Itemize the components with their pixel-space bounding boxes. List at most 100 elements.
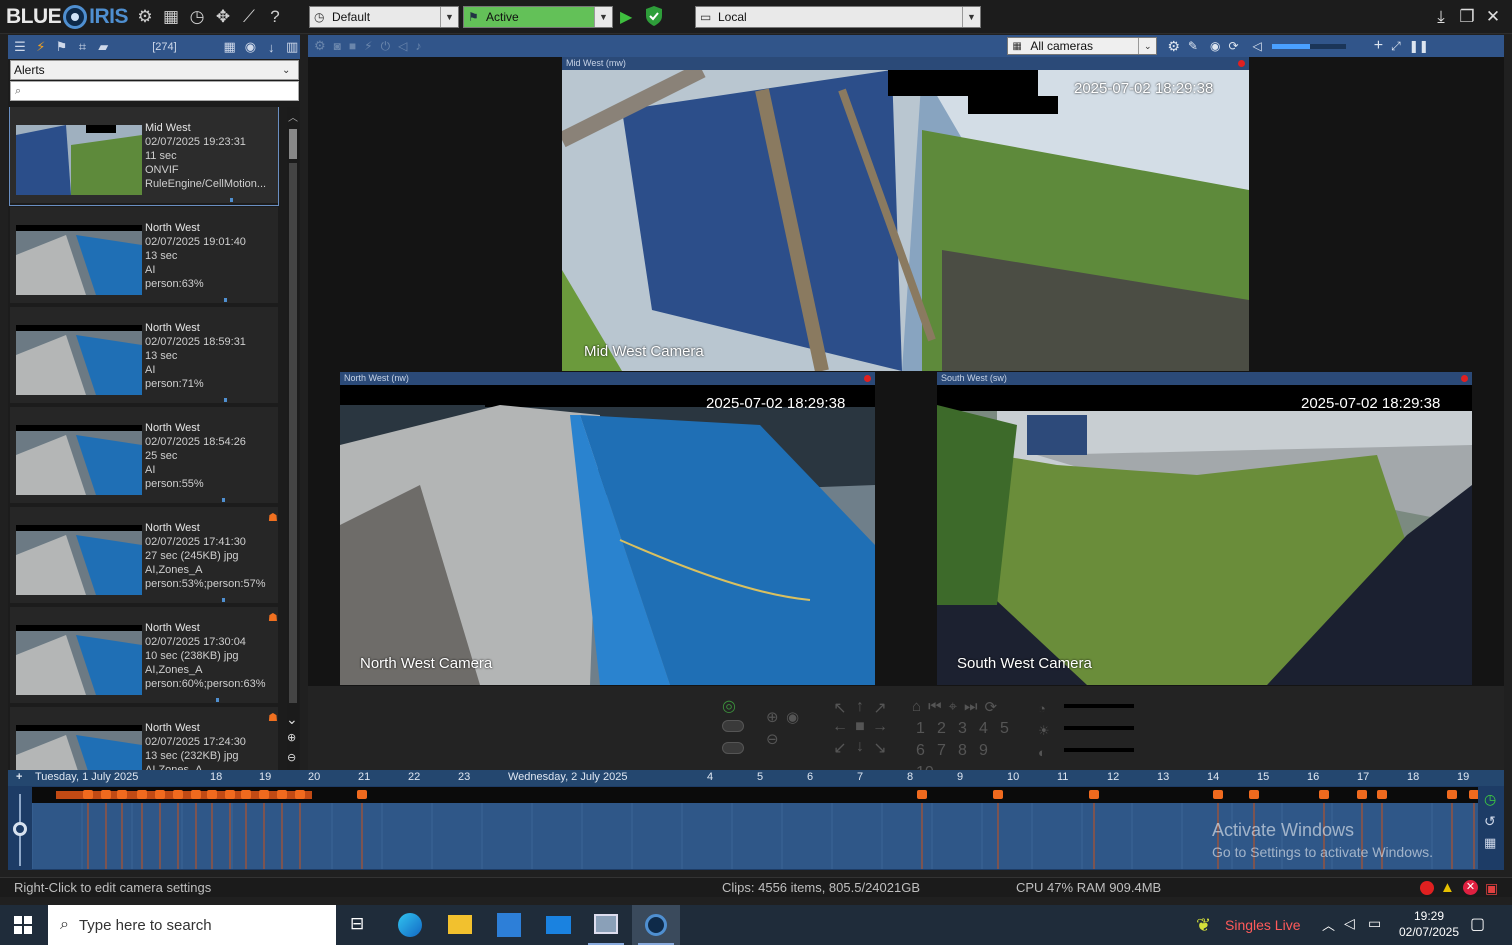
contrast-slider[interactable] xyxy=(1064,748,1134,752)
chevron-up-icon[interactable]: ︿ xyxy=(1322,915,1335,934)
skip-back-icon[interactable]: ⏮ xyxy=(928,698,942,716)
clip-list-item[interactable]: North West 02/07/2025 19:01:40 13 sec AI per… xyxy=(10,207,278,305)
notifications-icon[interactable]: ▢ xyxy=(1470,914,1485,934)
power-icon[interactable]: ⏻ xyxy=(381,39,391,54)
contrast-icon[interactable]: ◐ xyxy=(1038,742,1050,764)
clip-filter-select[interactable]: Alerts ⌄ xyxy=(10,60,299,80)
fullscreen-icon[interactable]: ⤢ xyxy=(1391,39,1401,54)
edit-icon[interactable]: ✎ xyxy=(1188,39,1198,53)
schedule-clock-icon[interactable]: ◷ xyxy=(184,0,210,34)
lock-icon[interactable]: ▣ xyxy=(1485,880,1498,897)
ptz-preset-6[interactable]: 6 xyxy=(916,742,930,760)
location-icon[interactable]: ⌖ xyxy=(949,698,957,716)
arrow-down-left-icon[interactable]: ↙ xyxy=(830,738,850,758)
arrow-down-right-icon[interactable]: ↘ xyxy=(870,738,890,758)
taskbar-app-blue-iris[interactable] xyxy=(632,905,680,945)
lightning-icon[interactable]: ⚡ xyxy=(33,39,49,55)
record-status-icon[interactable] xyxy=(1420,881,1434,895)
ptz-preset-1[interactable]: 1 xyxy=(916,720,930,738)
list-icon[interactable]: ☰ xyxy=(12,39,28,55)
arrow-right-icon[interactable]: → xyxy=(870,718,890,738)
camera-group-icon[interactable]: ◉ xyxy=(243,39,259,55)
volume-slider[interactable] xyxy=(1271,43,1346,49)
zoom-out-icon[interactable]: ⊖ xyxy=(766,730,779,748)
mail-icon[interactable] xyxy=(546,916,571,934)
cycle-icon[interactable]: ⟳ xyxy=(985,698,998,716)
ptz-toggle[interactable] xyxy=(722,742,744,754)
zoom-out-icon[interactable]: ⊖ xyxy=(287,751,296,764)
network-icon[interactable]: ▭ xyxy=(1368,915,1381,932)
server-select[interactable]: ▭ Local ▼ xyxy=(695,6,981,28)
undo-icon[interactable]: ↺ xyxy=(1484,813,1496,830)
arrow-down-icon[interactable]: ↓ xyxy=(850,738,870,758)
speed-icon[interactable]: ◔ xyxy=(1038,698,1050,720)
restore-window-icon[interactable]: ❐ xyxy=(1454,0,1480,34)
camera-tile-mid-west[interactable]: Mid West (mw) 2025-07-02 18:29:38 Mid We… xyxy=(562,57,1249,371)
scroll-thumb[interactable] xyxy=(289,129,297,159)
mute-icon[interactable]: ◁ xyxy=(398,39,407,53)
camera-group-select[interactable]: ▦ All cameras ⌄ xyxy=(1007,37,1158,55)
stop-icon[interactable]: ■ xyxy=(850,718,870,738)
ptz-preset-9[interactable]: 9 xyxy=(979,742,993,760)
volume-icon[interactable]: ◁ xyxy=(1253,39,1262,53)
trigger-icon[interactable]: ⚡ xyxy=(364,39,372,53)
clip-list-item[interactable]: North West 02/07/2025 18:54:26 25 sec AI per… xyxy=(10,407,278,505)
scroll-down-icon[interactable]: ⌄ xyxy=(286,711,298,728)
store-icon[interactable] xyxy=(497,913,521,937)
add-icon[interactable]: + xyxy=(1374,37,1383,55)
error-icon[interactable]: ✕ xyxy=(1463,880,1478,895)
clip-search-input[interactable]: ⌕ xyxy=(10,81,299,101)
timeline-add-icon[interactable]: + xyxy=(16,771,22,783)
calendar-icon[interactable]: ▦ xyxy=(1484,835,1496,851)
live-clock-icon[interactable]: ◷ xyxy=(1484,791,1496,808)
snapshot-icon[interactable]: ◙ xyxy=(334,39,341,53)
camera-tile-south-west[interactable]: South West (sw) 2025-07-02 18:29:38 Sout… xyxy=(937,372,1472,685)
schedule-select[interactable]: ⚑ Active ▼ xyxy=(463,6,613,28)
ptz-preset-7[interactable]: 7 xyxy=(937,742,951,760)
home-icon[interactable]: ⌂ xyxy=(912,698,921,716)
brightness-icon[interactable]: ☀ xyxy=(1038,720,1050,742)
ptz-preset-4[interactable]: 4 xyxy=(979,720,993,738)
file-explorer-icon[interactable] xyxy=(448,915,472,934)
ptz-move-icon[interactable]: ✥ xyxy=(210,0,236,34)
refresh-icon[interactable]: ⟳ xyxy=(1228,39,1238,53)
flag-icon[interactable]: ⚑ xyxy=(54,39,70,55)
clip-list-item[interactable]: North West 02/07/2025 17:41:30 27 sec (245… xyxy=(10,507,278,605)
warning-icon[interactable]: ▲ xyxy=(1440,879,1455,896)
zoom-in-icon[interactable]: ⊕ xyxy=(766,708,779,726)
windows-start-icon[interactable] xyxy=(14,916,32,934)
gear-icon[interactable]: ⚙ xyxy=(1167,38,1180,55)
eye-icon[interactable]: ◉ xyxy=(786,708,799,726)
folder-icon[interactable]: ▰ xyxy=(95,39,111,55)
crop-icon[interactable]: ⌗ xyxy=(75,39,91,55)
timeline-zoom-slider[interactable] xyxy=(10,792,30,868)
clip-list-scrollbar[interactable]: ︿ ⌄ ⊕ ⊖ xyxy=(286,107,299,770)
calendar-icon[interactable]: ▦ xyxy=(222,39,238,55)
arrow-left-icon[interactable]: ← xyxy=(830,718,850,738)
close-icon[interactable]: ✕ xyxy=(1480,0,1506,34)
arrow-up-icon[interactable]: ↑ xyxy=(850,698,870,718)
clips-film-icon[interactable]: ▦ xyxy=(158,0,184,34)
ptz-preset-2[interactable]: 2 xyxy=(937,720,951,738)
help-icon[interactable]: ? xyxy=(262,0,288,34)
brightness-slider[interactable] xyxy=(1064,726,1134,730)
microphone-icon[interactable]: ♪ xyxy=(415,39,421,53)
clip-list-item[interactable]: Mid West 02/07/2025 19:23:31 11 sec ONVIF Ru… xyxy=(9,107,279,206)
edge-browser-icon[interactable] xyxy=(398,913,422,937)
speed-slider[interactable] xyxy=(1064,704,1134,708)
status-chart-icon[interactable]: ⟋ xyxy=(236,0,262,34)
clip-list-item[interactable]: North West 02/07/2025 18:59:31 13 sec AI per… xyxy=(10,307,278,405)
settings-gear-icon[interactable]: ⚙ xyxy=(132,0,158,34)
taskbar-app-monitor[interactable] xyxy=(582,905,630,945)
camera-tile-north-west[interactable]: North West (nw) 2025-07-02 18:29:38 Nort… xyxy=(340,372,875,685)
ptz-preset-3[interactable]: 3 xyxy=(958,720,972,738)
ptz-preset-5[interactable]: 5 xyxy=(1000,720,1014,738)
shield-icon[interactable] xyxy=(644,5,664,27)
arrow-down-icon[interactable]: ↓ xyxy=(263,40,279,55)
ptz-preset-8[interactable]: 8 xyxy=(958,742,972,760)
ptz-toggle[interactable] xyxy=(722,720,744,732)
cycle-icon[interactable]: ◉ xyxy=(1210,39,1220,53)
download-icon[interactable]: ⤓ xyxy=(1428,0,1454,34)
speaker-icon[interactable]: ◁ xyxy=(1344,915,1355,932)
pause-icon[interactable]: ❚❚ xyxy=(1409,39,1429,53)
